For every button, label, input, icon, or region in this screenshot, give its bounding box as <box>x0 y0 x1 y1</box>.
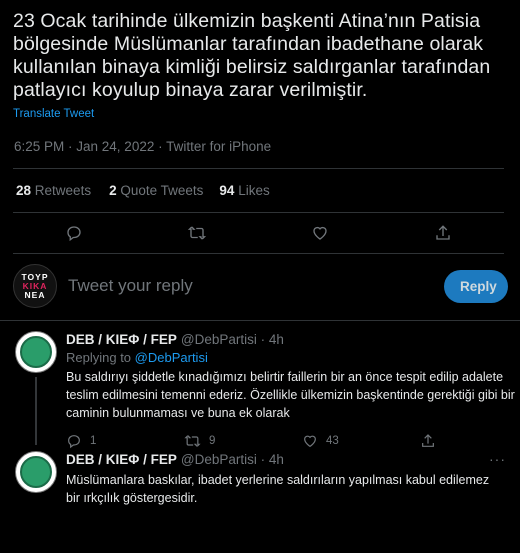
thread-line <box>35 377 37 445</box>
reply-left-column <box>15 451 57 507</box>
reply-input[interactable]: Tweet your reply <box>68 276 444 296</box>
tweet-meta[interactable]: 6:25 PM · Jan 24, 2022 · Twitter for iPh… <box>13 139 504 154</box>
author-handle[interactable]: @DebPartisi · 4h <box>181 452 284 467</box>
reply-content: DEB / ΚΙΕΦ / FEP @DebPartisi · 4h ··· Re… <box>66 331 520 449</box>
avatar-text: NEA <box>24 289 46 300</box>
reply-text: Müslümanlara baskılar, ibadet yerlerine … <box>66 473 490 505</box>
like-icon[interactable] <box>309 222 331 244</box>
author-handle[interactable]: @DebPartisi · 4h <box>181 332 284 347</box>
replying-to: Replying to @DebPartisi <box>66 350 520 365</box>
share-icon[interactable] <box>432 222 454 244</box>
retweet-icon[interactable] <box>186 222 208 244</box>
reply-button[interactable]: Reply <box>444 269 508 303</box>
author-name[interactable]: DEB / ΚΙΕΦ / FEP <box>66 452 177 467</box>
retweets-stat[interactable]: 28 Retweets <box>16 183 91 198</box>
tweet-actions <box>13 213 504 253</box>
reply-tweet[interactable]: DEB / ΚΙΕΦ / FEP @DebPartisi · 4h ··· Mü… <box>0 445 520 507</box>
tweet-text: 23 Ocak tarihinde ülkemizin başkenti Ati… <box>13 10 491 101</box>
stats-section: 28 Retweets 2 Quote Tweets 94 Likes <box>13 168 504 254</box>
main-tweet: 23 Ocak tarihinde ülkemizin başkenti Ati… <box>0 0 520 154</box>
compose-reply: TOYP KIKA NEA Tweet your reply Reply <box>0 254 520 318</box>
more-icon[interactable]: ··· <box>489 451 506 467</box>
reply-header: DEB / ΚΙΕΦ / FEP @DebPartisi · 4h ··· <box>66 451 506 467</box>
reply-icon[interactable] <box>63 222 85 244</box>
likes-stat[interactable]: 94 Likes <box>219 183 269 198</box>
replying-prefix: Replying to <box>66 350 132 365</box>
replying-to-link[interactable]: @DebPartisi <box>135 350 208 365</box>
avatar-emblem <box>20 456 52 488</box>
tweet-stats: 28 Retweets 2 Quote Tweets 94 Likes <box>13 169 504 212</box>
avatar-emblem <box>20 336 52 368</box>
reply-left-column <box>15 331 57 445</box>
reply-header: DEB / ΚΙΕΦ / FEP @DebPartisi · 4h ··· <box>66 331 520 347</box>
reply-content: DEB / ΚΙΕΦ / FEP @DebPartisi · 4h ··· Mü… <box>66 451 506 507</box>
author-name[interactable]: DEB / ΚΙΕΦ / FEP <box>66 332 177 347</box>
avatar[interactable] <box>15 331 57 373</box>
avatar[interactable] <box>15 451 57 493</box>
reply-text: Bu saldırıyı şiddetle kınadığımızı belir… <box>66 370 515 420</box>
quote-tweets-stat[interactable]: 2 Quote Tweets <box>109 183 203 198</box>
reply-tweet[interactable]: DEB / ΚΙΕΦ / FEP @DebPartisi · 4h ··· Re… <box>0 321 520 449</box>
avatar[interactable]: TOYP KIKA NEA <box>13 264 57 308</box>
translate-tweet-link[interactable]: Translate Tweet <box>13 108 94 120</box>
